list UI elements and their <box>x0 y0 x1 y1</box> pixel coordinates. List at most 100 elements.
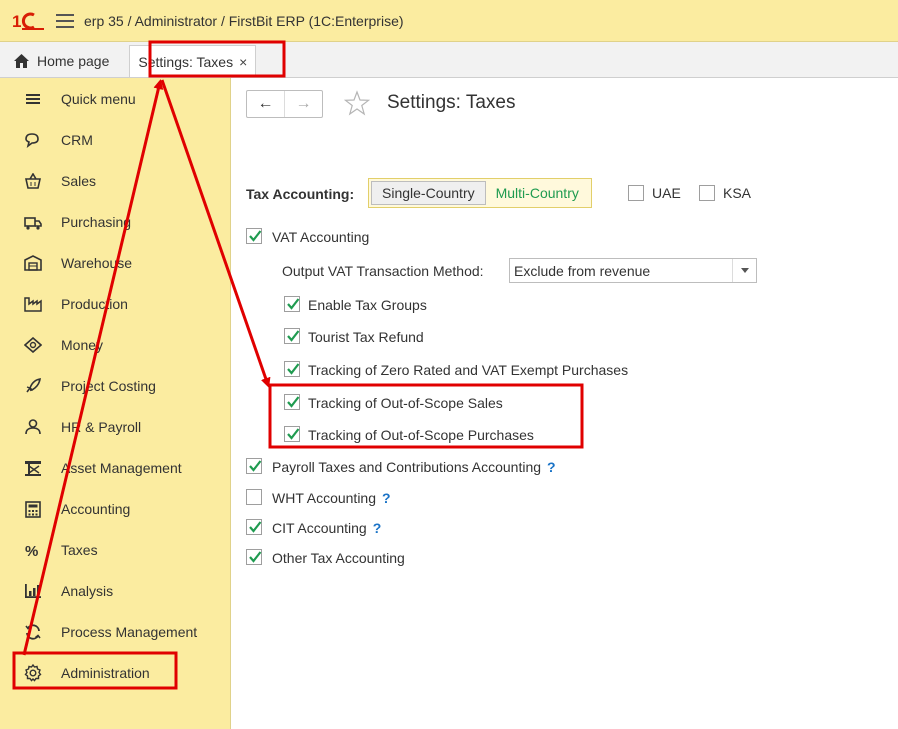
checkmark-icon <box>287 298 300 310</box>
multi-country-button[interactable]: Multi-Country <box>486 181 589 205</box>
sidebar-item-label: Purchasing <box>61 214 132 230</box>
sidebar-item-process-management[interactable]: Process Management <box>0 612 231 652</box>
tax-accounting-mode-switch: Single-Country Multi-Country <box>368 178 592 208</box>
crm-icon <box>24 131 42 149</box>
payroll-taxes-checkbox[interactable] <box>246 458 262 474</box>
sidebar-item-project-costing[interactable]: Project Costing <box>0 366 231 406</box>
help-icon[interactable]: ? <box>547 459 556 475</box>
sidebar-item-label: Quick menu <box>61 91 136 107</box>
checkmark-icon <box>249 230 262 242</box>
cit-accounting-row: CIT Accounting? <box>272 520 381 536</box>
sidebar-item-taxes[interactable]: % Taxes <box>0 530 231 570</box>
uae-checkbox[interactable] <box>628 185 644 201</box>
single-country-button[interactable]: Single-Country <box>371 181 486 205</box>
checkmark-icon <box>287 330 300 342</box>
cit-accounting-label: CIT Accounting <box>272 520 367 536</box>
checkmark-icon <box>287 428 300 440</box>
tourist-tax-refund-checkbox[interactable] <box>284 328 300 344</box>
output-vat-value: Exclude from revenue <box>514 262 651 279</box>
warehouse-icon <box>24 254 42 272</box>
uae-label: UAE <box>652 185 681 201</box>
1c-logo-icon[interactable]: 1 <box>12 10 48 32</box>
oos-sales-label: Tracking of Out-of-Scope Sales <box>308 395 503 411</box>
help-icon[interactable]: ? <box>373 520 382 536</box>
sidebar-item-money[interactable]: Money <box>0 325 231 365</box>
app-title: erp 35 / Administrator / FirstBit ERP (1… <box>84 12 404 29</box>
checkmark-icon <box>287 363 300 375</box>
forward-arrow-icon[interactable]: → <box>284 91 322 117</box>
sidebar-item-label: Asset Management <box>61 460 182 476</box>
tab-settings-taxes[interactable]: Settings: Taxes × <box>129 45 257 77</box>
vat-accounting-checkbox[interactable] <box>246 228 262 244</box>
sidebar: Quick menu CRM Sales Purchasing Warehous… <box>0 78 231 729</box>
tab-home-label: Home page <box>37 53 110 69</box>
analysis-icon <box>24 582 42 600</box>
sidebar-item-label: Project Costing <box>61 378 156 394</box>
sidebar-item-warehouse[interactable]: Warehouse <box>0 243 231 283</box>
zero-rated-label: Tracking of Zero Rated and VAT Exempt Pu… <box>308 362 629 378</box>
taxes-icon: % <box>24 541 42 559</box>
sidebar-item-sales[interactable]: Sales <box>0 161 231 201</box>
chevron-down-icon[interactable] <box>732 259 756 282</box>
sidebar-item-label: Process Management <box>61 624 198 640</box>
help-icon[interactable]: ? <box>382 490 391 506</box>
cit-accounting-checkbox[interactable] <box>246 519 262 535</box>
svg-text:1: 1 <box>12 12 21 30</box>
close-icon[interactable]: × <box>239 54 247 70</box>
ksa-checkbox[interactable] <box>699 185 715 201</box>
sidebar-item-purchasing[interactable]: Purchasing <box>0 202 231 242</box>
oos-purchases-checkbox[interactable] <box>284 426 300 442</box>
sidebar-item-hr-payroll[interactable]: HR & Payroll <box>0 407 231 447</box>
sidebar-item-accounting[interactable]: Accounting <box>0 489 231 529</box>
oos-sales-checkbox[interactable] <box>284 394 300 410</box>
vat-accounting-label: VAT Accounting <box>272 229 370 245</box>
enable-tax-groups-checkbox[interactable] <box>284 296 300 312</box>
sidebar-item-label: Taxes <box>61 542 98 558</box>
sidebar-item-label: Sales <box>61 173 97 189</box>
tab-settings-taxes-label: Settings: Taxes <box>138 53 234 70</box>
sales-icon <box>24 172 42 190</box>
sidebar-item-label: HR & Payroll <box>61 419 142 435</box>
money-icon <box>24 336 42 354</box>
process-management-icon <box>24 623 42 641</box>
quick-menu-icon <box>24 90 42 108</box>
tab-home-page[interactable]: Home page <box>0 45 123 77</box>
zero-rated-checkbox[interactable] <box>284 361 300 377</box>
sidebar-item-production[interactable]: Production <box>0 284 231 324</box>
sidebar-item-quick-menu[interactable]: Quick menu <box>0 79 231 119</box>
payroll-taxes-label: Payroll Taxes and Contributions Accounti… <box>272 459 542 475</box>
sidebar-item-crm[interactable]: CRM <box>0 120 231 160</box>
sidebar-item-administration[interactable]: Administration <box>0 653 231 693</box>
production-icon <box>24 295 42 313</box>
project-costing-icon <box>24 377 42 395</box>
star-icon[interactable] <box>343 90 371 119</box>
page-title: Settings: Taxes <box>387 92 516 113</box>
sidebar-item-analysis[interactable]: Analysis <box>0 571 231 611</box>
wht-accounting-row: WHT Accounting? <box>272 490 391 506</box>
sidebar-item-label: Production <box>61 296 128 312</box>
sidebar-item-label: Administration <box>61 665 150 681</box>
wht-accounting-checkbox[interactable] <box>246 489 262 505</box>
accounting-icon <box>24 500 42 518</box>
purchasing-icon <box>24 213 42 231</box>
checkmark-icon <box>287 396 300 408</box>
sidebar-item-label: CRM <box>61 132 93 148</box>
hamburger-icon[interactable] <box>56 13 74 28</box>
home-icon <box>14 54 29 68</box>
checkmark-icon <box>249 460 262 472</box>
enable-tax-groups-label: Enable Tax Groups <box>308 297 427 313</box>
sidebar-item-label: Warehouse <box>61 255 133 271</box>
output-vat-select[interactable]: Exclude from revenue <box>509 258 757 283</box>
nav-buttons: ← → <box>246 90 323 118</box>
hr-payroll-icon <box>24 418 42 436</box>
ksa-label: KSA <box>723 185 752 201</box>
other-tax-accounting-checkbox[interactable] <box>246 549 262 565</box>
sidebar-item-label: Accounting <box>61 501 131 517</box>
sidebar-item-asset-management[interactable]: Asset Management <box>0 448 231 488</box>
wht-accounting-label: WHT Accounting <box>272 490 377 506</box>
output-vat-label: Output VAT Transaction Method: <box>282 263 484 279</box>
asset-management-icon <box>24 459 42 477</box>
svg-text:%: % <box>25 543 38 558</box>
other-tax-accounting-label: Other Tax Accounting <box>272 550 405 566</box>
back-arrow-icon[interactable]: ← <box>247 91 284 117</box>
